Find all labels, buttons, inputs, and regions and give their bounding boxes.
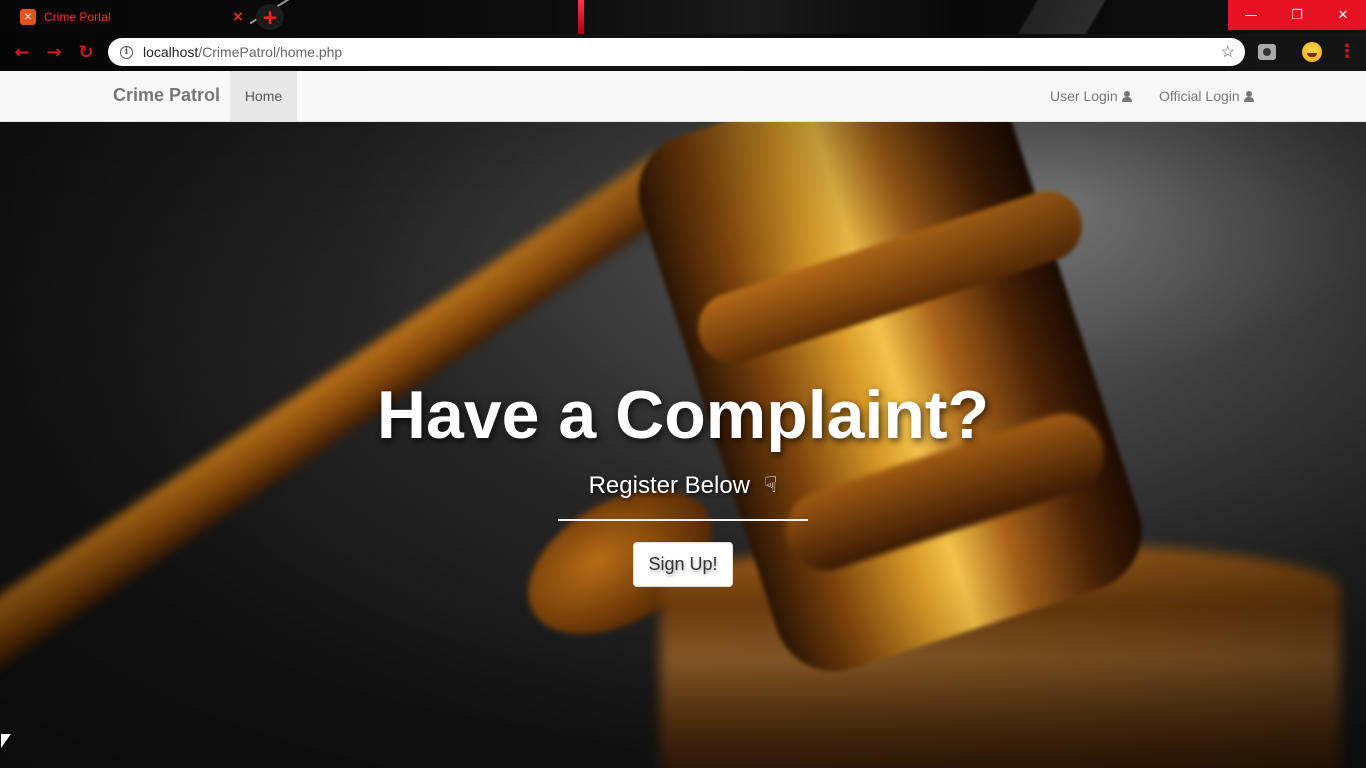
url-path: /CrimePatrol/home.php xyxy=(198,44,343,60)
xampp-icon: ✕ xyxy=(20,9,36,25)
sign-up-button[interactable]: Sign Up! xyxy=(633,542,733,587)
user-login-link[interactable]: User Login xyxy=(1050,71,1132,121)
wallpaper-shard xyxy=(900,0,1220,34)
window-minimize-button[interactable]: — xyxy=(1228,0,1274,30)
nav-home-link[interactable]: Home xyxy=(230,71,297,121)
hand-down-icon: ☟ xyxy=(764,472,778,497)
site-navbar: Crime Patrol Home User Login Official Lo… xyxy=(0,71,1366,122)
new-tab-button[interactable]: + xyxy=(256,4,284,30)
hero-section: Have a Complaint? Register Below ☟ Sign U… xyxy=(0,122,1366,768)
user-icon xyxy=(1243,90,1254,102)
browser-toolbar: ← → ↻ i localhost/CrimePatrol/home.php ☆ xyxy=(0,34,1366,71)
window-close-button[interactable]: ✕ xyxy=(1320,0,1366,30)
user-icon xyxy=(1121,90,1132,102)
official-login-link[interactable]: Official Login xyxy=(1159,71,1254,121)
tab-close-icon[interactable]: × xyxy=(228,9,248,25)
forward-arrow-icon[interactable]: → xyxy=(42,40,66,64)
camera-extension-icon[interactable] xyxy=(1258,44,1276,60)
browser-menu-icon[interactable]: ⋮ xyxy=(1338,42,1356,62)
official-login-label: Official Login xyxy=(1159,88,1240,104)
profile-avatar[interactable] xyxy=(1302,42,1322,62)
hero-content: Have a Complaint? Register Below ☟ Sign U… xyxy=(0,122,1366,768)
hero-title: Have a Complaint? xyxy=(376,377,990,453)
url-host: localhost xyxy=(143,44,199,60)
browser-tab-crime-portal[interactable]: ✕ Crime Portal × xyxy=(8,0,248,34)
navbar-brand[interactable]: Crime Patrol xyxy=(113,85,220,106)
address-bar[interactable]: i localhost/CrimePatrol/home.php ☆ xyxy=(108,38,1245,66)
nav-home-label: Home xyxy=(244,88,283,104)
browser-titlebar: ✕ Crime Portal × + — ❐ ✕ xyxy=(0,0,1366,34)
tab-title: Crime Portal xyxy=(44,10,111,24)
hero-subtitle: Register Below ☟ xyxy=(0,472,1366,500)
reload-icon[interactable]: ↻ xyxy=(74,40,98,64)
mouse-cursor-icon xyxy=(1,734,11,748)
back-arrow-icon[interactable]: ← xyxy=(10,40,34,64)
hero-divider xyxy=(558,519,808,521)
info-icon[interactable]: i xyxy=(120,45,133,59)
hero-subtitle-text: Register Below xyxy=(588,472,750,499)
wallpaper-streak xyxy=(578,0,584,34)
window-maximize-button[interactable]: ❐ xyxy=(1274,0,1320,30)
bookmark-star-icon[interactable]: ☆ xyxy=(1221,42,1235,62)
user-login-label: User Login xyxy=(1050,88,1118,104)
